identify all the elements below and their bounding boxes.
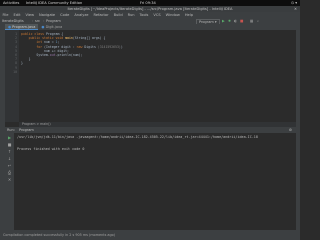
scroll-up-icon[interactable]: ↑ (7, 149, 12, 154)
rerun-icon[interactable]: ▶ (7, 135, 12, 140)
run-console[interactable]: /usr/lib/jvm/jdk-11/bin/java -javaagent:… (14, 133, 296, 230)
run-panel-label: Run: (7, 128, 15, 132)
print-icon[interactable]: ⎙ (7, 170, 12, 175)
run-side-toolbar: ▶ ■ ↑ ↓ ↩ ⎙ ✕ (5, 133, 14, 230)
stop-icon[interactable]: ■ (7, 142, 12, 147)
editor-gutter: 1 2 3 4 5 6 7 8 9 10 (5, 30, 19, 122)
code-line: } (21, 61, 23, 66)
trash-icon[interactable]: ✕ (7, 177, 12, 182)
run-config-tab[interactable]: Program (19, 128, 34, 132)
right-tool-strip (296, 24, 300, 230)
window-title: IterateDigits [~/IdeaProjects/IterateDig… (67, 7, 233, 11)
status-text: Compilation completed successfully in 2 … (3, 233, 116, 237)
console-line: /usr/lib/jvm/jdk-11/bin/java -javaagent:… (17, 135, 258, 139)
line-number: 10 (13, 69, 17, 74)
tab-label: Program.java (12, 25, 36, 29)
status-bar: Compilation completed successfully in 2 … (0, 230, 300, 240)
console-line: Process finished with exit code 0 (17, 147, 85, 151)
scroll-down-icon[interactable]: ↓ (7, 156, 12, 161)
soft-wrap-icon[interactable]: ↩ (7, 163, 12, 168)
tab-label: Digit.java (45, 25, 63, 29)
code-editor[interactable]: public class Program { public static voi… (19, 30, 296, 122)
